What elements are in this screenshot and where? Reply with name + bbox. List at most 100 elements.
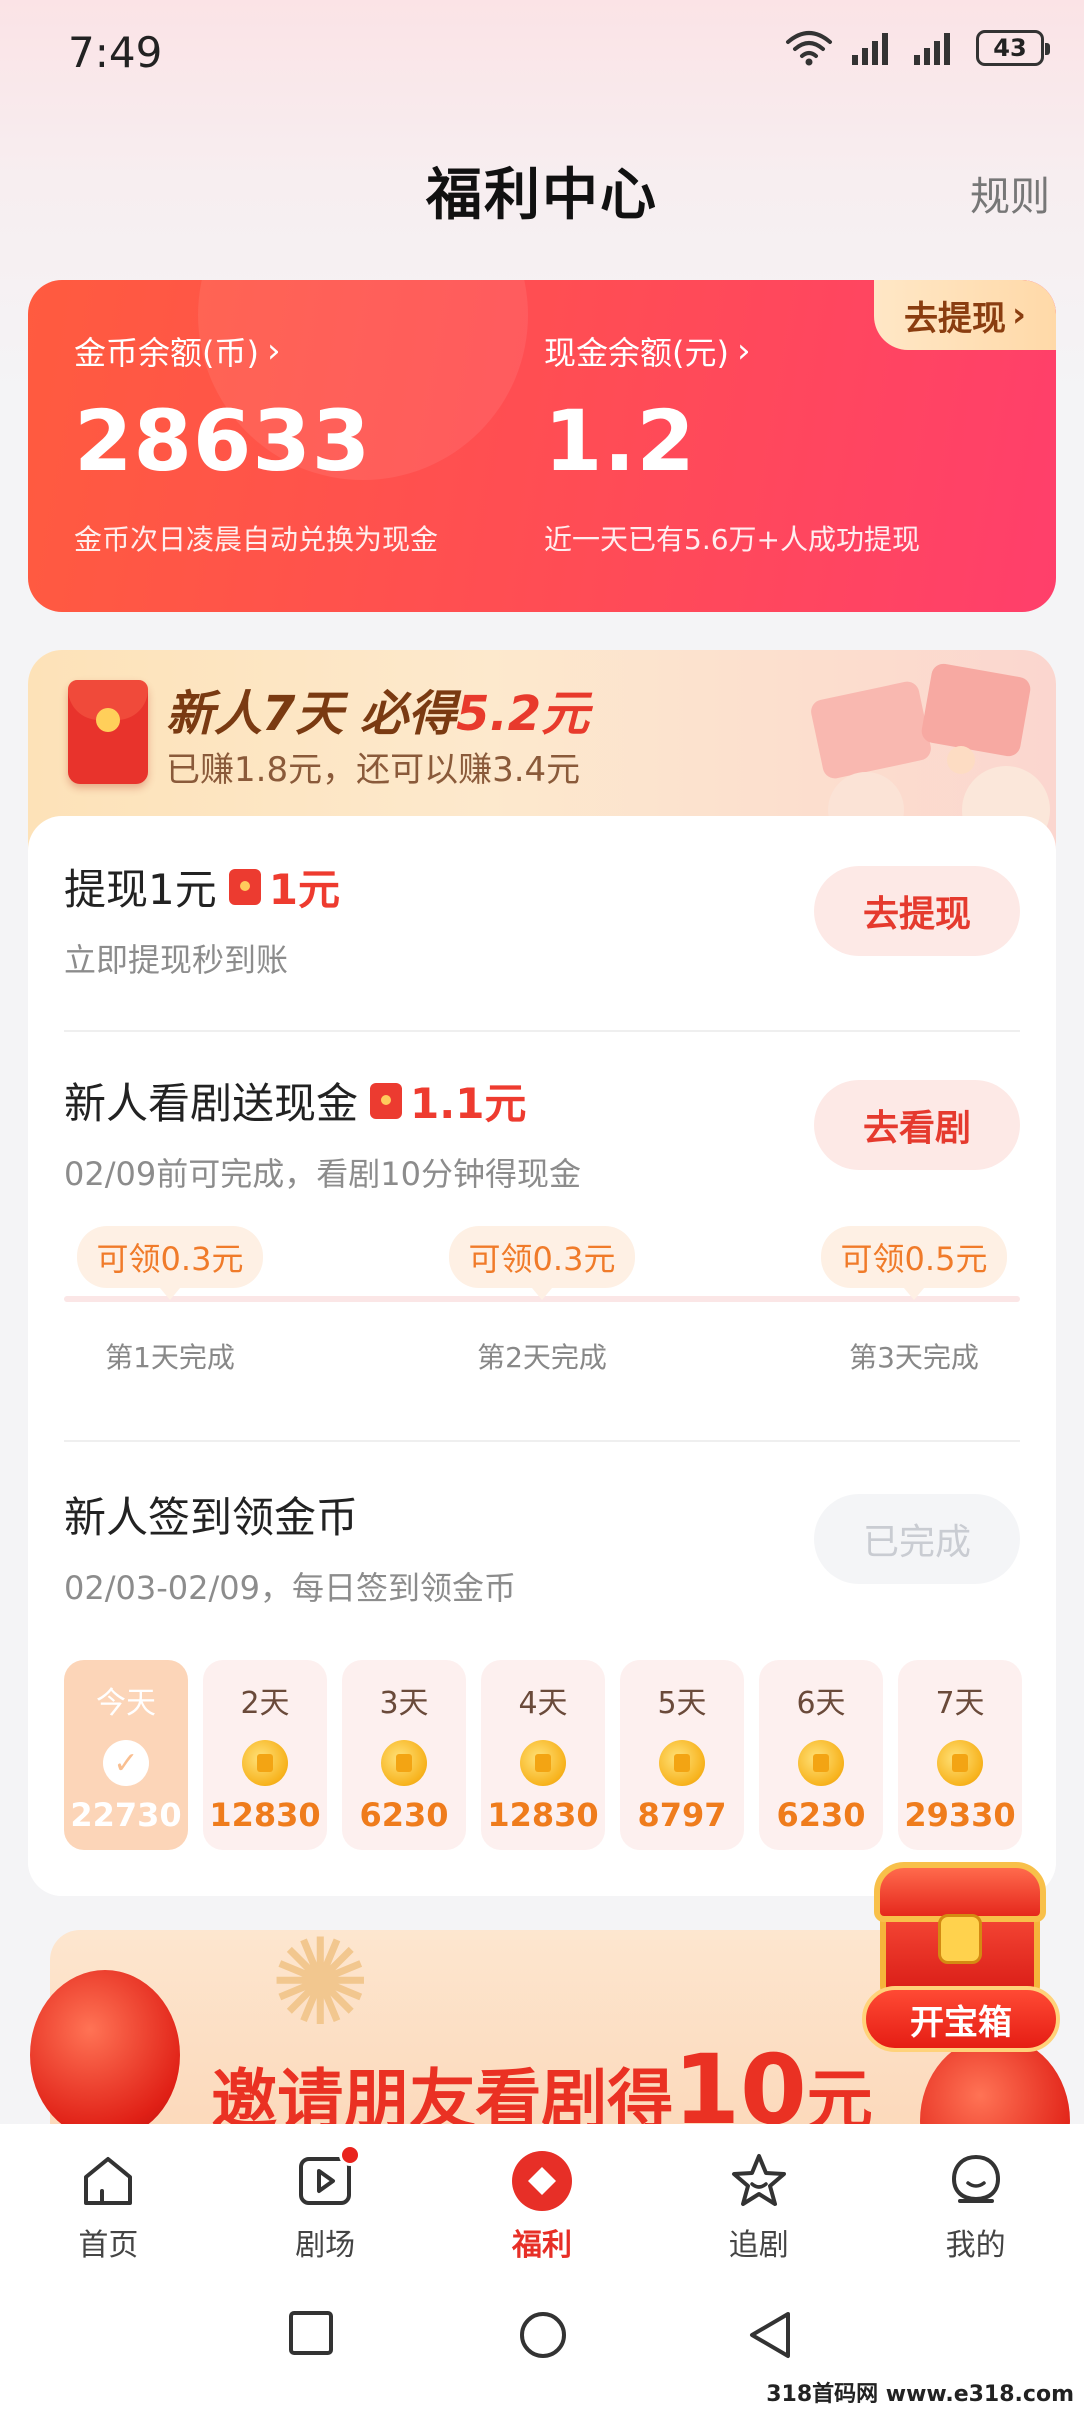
recent-apps-icon[interactable]	[288, 2310, 334, 2360]
coin-balance[interactable]: 金币余额(币) › 28633 金币次日凌晨自动兑换为现金	[74, 328, 438, 558]
task-watch-reward-amount: 1.1元	[410, 1079, 527, 1128]
signin-day-value: 8797	[637, 1796, 727, 1834]
milestone-reward-pill: 可领0.3元	[448, 1226, 636, 1300]
system-nav-bar: 318首码网 www.e318.com	[0, 2270, 1084, 2412]
coin-balance-value: 28633	[74, 392, 372, 490]
signin-day-2[interactable]: 2天 12830	[203, 1660, 327, 1850]
red-envelope-icon	[68, 680, 148, 784]
red-envelope-icon	[370, 1082, 403, 1119]
signin-day-5[interactable]: 5天 8797	[620, 1660, 744, 1850]
milestone-day2: 可领0.3元 第2天完成	[448, 1226, 636, 1376]
firework-icon: ✺	[270, 1914, 371, 2053]
star-icon	[650, 2150, 867, 2212]
red-envelope-icon	[228, 868, 261, 905]
signin-day-label: 6天	[796, 1686, 846, 1721]
signin-day-today[interactable]: 今天 ✓ 22730	[64, 1660, 188, 1850]
milestone-label: 第3天完成	[849, 1341, 979, 1374]
task-withdraw-reward-amount: 1元	[268, 865, 340, 914]
watermark: 318首码网 www.e318.com	[760, 2374, 1080, 2410]
chevron-right-icon: ›	[1011, 295, 1026, 335]
signin-day-label: 今天	[96, 1686, 156, 1721]
bottom-nav: 首页 剧场 福利 追剧 我的	[0, 2124, 1084, 2270]
home-circle-icon[interactable]	[518, 2310, 568, 2364]
signin-completed-button[interactable]: 已完成	[814, 1494, 1020, 1584]
task-withdraw: 提现1元 1元 立即提现秒到账 去提现	[64, 856, 1020, 981]
signin-day-label: 2天	[240, 1686, 290, 1721]
watch-drama-button[interactable]: 去看剧	[814, 1080, 1020, 1170]
nav-home[interactable]: 首页	[0, 2124, 217, 2270]
battery-icon: 43	[976, 30, 1050, 66]
divider	[64, 1440, 1020, 1442]
milestone-label: 第2天完成	[477, 1341, 607, 1374]
nav-theater[interactable]: 剧场	[217, 2124, 434, 2270]
coin-icon	[937, 1740, 983, 1786]
invite-title-unit: 元	[806, 2062, 873, 2130]
check-icon: ✓	[103, 1740, 149, 1786]
page-title: 福利中心	[426, 163, 658, 228]
nav-label: 福利	[511, 2228, 572, 2263]
cash-balance-value: 1.2	[544, 392, 696, 490]
signin-day-label: 7天	[935, 1686, 985, 1721]
promo-title-text: 新人7天 必得	[166, 686, 457, 742]
home-icon	[0, 2150, 217, 2212]
cash-balance[interactable]: 现金余额(元) › 1.2 近一天已有5.6万+人成功提现	[544, 328, 920, 558]
cash-balance-note: 近一天已有5.6万+人成功提现	[544, 523, 920, 556]
milestone-label: 第1天完成	[105, 1341, 235, 1374]
coin-icon	[381, 1740, 427, 1786]
task-signin: 新人签到领金币 02/03-02/09，每日签到领金币 已完成	[64, 1484, 1020, 1609]
rules-link[interactable]: 规则	[970, 164, 1050, 222]
coin-icon	[659, 1740, 705, 1786]
promo-title: 新人7天 必得5.2元	[166, 674, 589, 744]
invite-title-amount: 10	[673, 2034, 807, 2130]
signin-day-label: 5天	[657, 1686, 707, 1721]
milestone-reward-pill: 可领0.5元	[820, 1226, 1008, 1300]
coin-icon	[520, 1740, 566, 1786]
signin-day-4[interactable]: 4天 12830	[481, 1660, 605, 1850]
nav-welfare[interactable]: 福利	[434, 2124, 651, 2270]
back-triangle-icon[interactable]	[746, 2310, 794, 2364]
chest-lid	[874, 1862, 1046, 1922]
signin-day-value: 29330	[904, 1796, 1016, 1834]
tasks-card: 新人7天 必得5.2元 已赚1.8元，还可以赚3.4元 提现1元 1元 立即提现…	[28, 650, 1056, 1896]
nav-profile[interactable]: 我的	[867, 2124, 1084, 2270]
nav-label: 首页	[78, 2228, 139, 2263]
lantern-icon	[30, 1970, 180, 2140]
task-list: 提现1元 1元 立即提现秒到账 去提现 新人看剧送现金 1.1元 02/09前可…	[28, 816, 1056, 1896]
nav-label: 我的	[945, 2228, 1006, 2263]
open-chest-button[interactable]: 开宝箱	[862, 1986, 1060, 2052]
signin-days: 今天 ✓ 22730 2天 12830 3天 6230 4天 12830 5天	[64, 1660, 1022, 1850]
lock-icon	[938, 1914, 982, 1964]
welfare-icon	[434, 2150, 651, 2212]
milestone-day3: 可领0.5元 第3天完成	[820, 1226, 1008, 1376]
chevron-right-icon: ›	[266, 331, 281, 371]
status-bar: 7:49 43	[0, 0, 1084, 110]
notification-dot	[338, 2144, 361, 2166]
coin-icon	[242, 1740, 288, 1786]
signal-icon-2	[914, 31, 958, 65]
signin-day-value: 6230	[776, 1796, 866, 1834]
wifi-icon	[784, 30, 834, 66]
signin-day-value: 12830	[487, 1796, 599, 1834]
header: 福利中心 规则	[0, 140, 1084, 240]
task-watch-title: 新人看剧送现金	[64, 1079, 359, 1128]
coin-balance-note: 金币次日凌晨自动兑换为现金	[74, 523, 439, 556]
coin-icon	[798, 1740, 844, 1786]
nav-follow[interactable]: 追剧	[650, 2124, 867, 2270]
invite-title-text: 邀请朋友看剧得	[211, 2062, 674, 2130]
treasure-chest[interactable]: 开宝箱	[856, 1850, 1066, 2052]
cash-balance-label: 现金余额(元)	[544, 334, 729, 372]
signin-day-7[interactable]: 7天 29330	[898, 1660, 1022, 1850]
coin-balance-label: 金币余额(币)	[74, 334, 259, 372]
status-time: 7:49	[68, 28, 163, 77]
withdraw-button[interactable]: 去提现	[814, 866, 1020, 956]
nav-label: 追剧	[728, 2228, 789, 2263]
signin-day-3[interactable]: 3天 6230	[342, 1660, 466, 1850]
nav-label: 剧场	[295, 2228, 356, 2263]
signin-day-6[interactable]: 6天 6230	[759, 1660, 883, 1850]
profile-icon	[867, 2150, 1084, 2212]
divider	[64, 1030, 1020, 1032]
signin-day-value: 12830	[209, 1796, 321, 1834]
theater-icon	[217, 2150, 434, 2212]
signin-day-label: 3天	[379, 1686, 429, 1721]
chevron-right-icon: ›	[736, 331, 751, 371]
